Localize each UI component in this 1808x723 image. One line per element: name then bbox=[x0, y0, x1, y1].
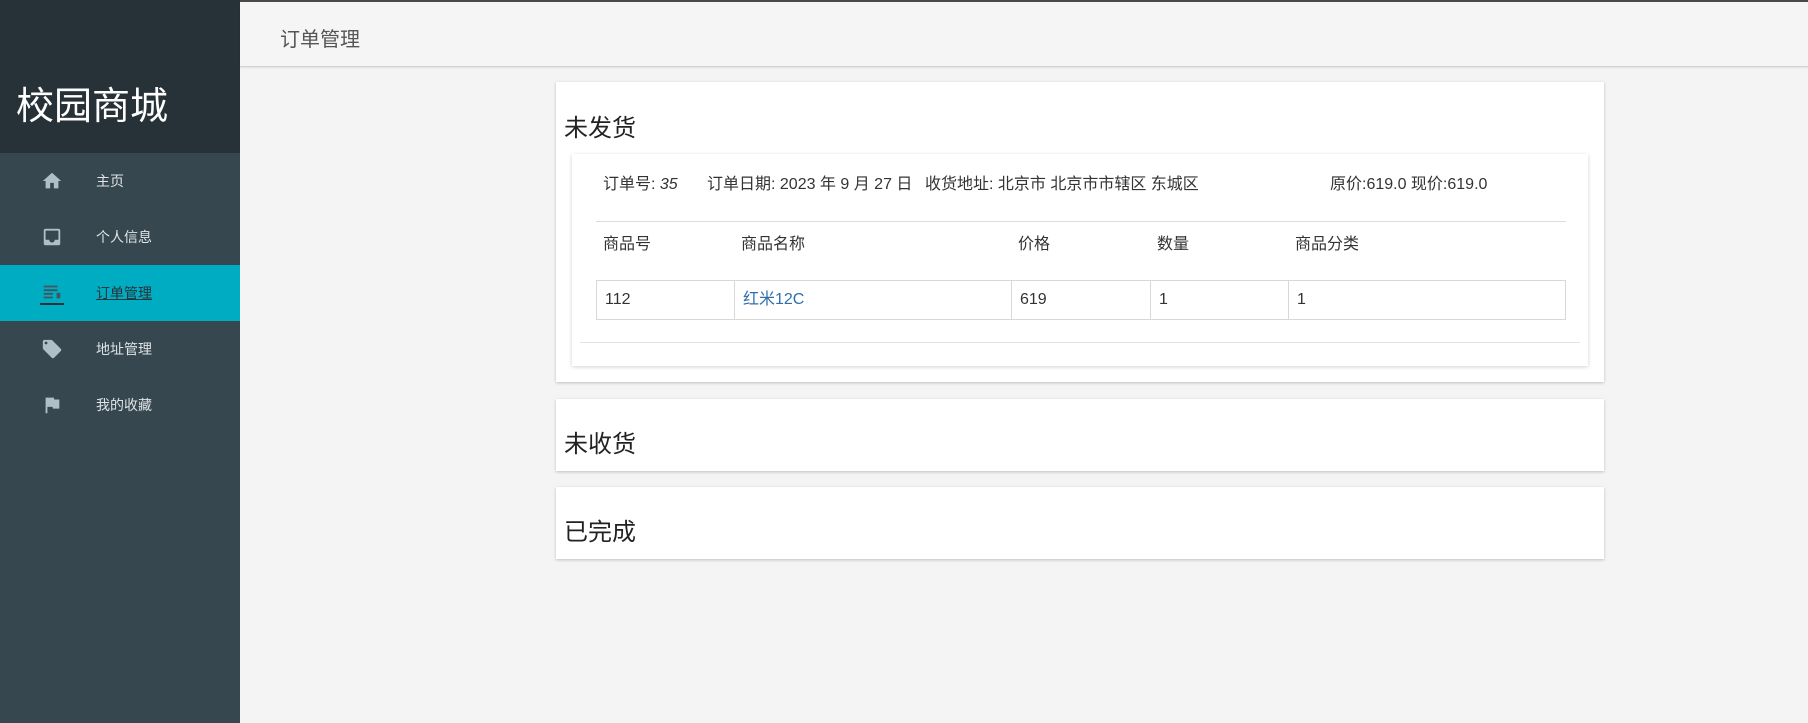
section-title: 未收货 bbox=[564, 431, 636, 458]
sidebar-item-label: 主页 bbox=[96, 173, 124, 189]
sidebar: 校园商城 主页 个人信息 订单管理 地址管理 我的收藏 bbox=[0, 0, 240, 723]
inbox-icon bbox=[40, 225, 64, 249]
completed-section: 已完成 bbox=[556, 487, 1604, 559]
order-card: 订单号: 35 订单日期: 2023 年 9 月 27 日 收货地址: 北京市 … bbox=[572, 154, 1588, 366]
unreceived-section: 未收货 bbox=[556, 399, 1604, 471]
orders-icon bbox=[40, 281, 64, 305]
sidebar-item-orders[interactable]: 订单管理 bbox=[0, 265, 240, 321]
tag-icon bbox=[40, 337, 64, 361]
page-header: 订单管理 bbox=[240, 2, 1808, 67]
sidebar-item-address[interactable]: 地址管理 bbox=[0, 321, 240, 377]
order-number-label: 订单号: bbox=[603, 176, 656, 193]
section-title: 未发货 bbox=[564, 115, 636, 142]
sidebar-item-label: 订单管理 bbox=[96, 285, 152, 301]
unshipped-section: 未发货 订单号: 35 订单日期: 2023 年 9 月 27 日 收货地址: … bbox=[556, 82, 1604, 382]
column-header-price: 价格 bbox=[1018, 236, 1051, 253]
brand-title: 校园商城 bbox=[0, 0, 240, 153]
sidebar-item-label: 我的收藏 bbox=[96, 397, 152, 413]
order-number: 订单号: 35 bbox=[603, 170, 678, 194]
cell-price: 619 bbox=[1012, 281, 1151, 319]
order-price: 原价:619.0 现价:619.0 bbox=[1330, 176, 1488, 193]
table-row: 112 红米12C 619 1 1 bbox=[596, 280, 1566, 320]
page-title: 订单管理 bbox=[280, 29, 360, 51]
sidebar-item-label: 地址管理 bbox=[96, 341, 152, 357]
sidebar-item-favorites[interactable]: 我的收藏 bbox=[0, 377, 240, 433]
table-divider bbox=[596, 221, 1566, 222]
order-number-value: 35 bbox=[659, 176, 678, 193]
product-link[interactable]: 红米12C bbox=[743, 291, 804, 308]
column-header-quantity: 数量 bbox=[1157, 236, 1190, 253]
cell-product-name: 红米12C bbox=[735, 281, 1012, 319]
cell-product-id: 112 bbox=[597, 281, 735, 319]
order-address: 收货地址: 北京市 北京市市辖区 东城区 bbox=[925, 176, 1199, 193]
column-header-category: 商品分类 bbox=[1295, 236, 1360, 253]
home-icon bbox=[40, 169, 64, 193]
flag-icon bbox=[40, 393, 64, 417]
order-date: 订单日期: 2023 年 9 月 27 日 bbox=[707, 176, 913, 193]
cell-category: 1 bbox=[1297, 291, 1306, 308]
sidebar-item-label: 个人信息 bbox=[96, 229, 152, 245]
section-title: 已完成 bbox=[564, 519, 636, 546]
order-divider bbox=[580, 342, 1580, 343]
sidebar-item-profile[interactable]: 个人信息 bbox=[0, 209, 240, 265]
column-header-product-id: 商品号 bbox=[603, 236, 652, 253]
column-header-product-name: 商品名称 bbox=[741, 236, 806, 253]
sidebar-item-home[interactable]: 主页 bbox=[0, 153, 240, 209]
sidebar-nav: 主页 个人信息 订单管理 地址管理 我的收藏 bbox=[0, 153, 240, 433]
cell-quantity: 1 bbox=[1151, 281, 1289, 319]
